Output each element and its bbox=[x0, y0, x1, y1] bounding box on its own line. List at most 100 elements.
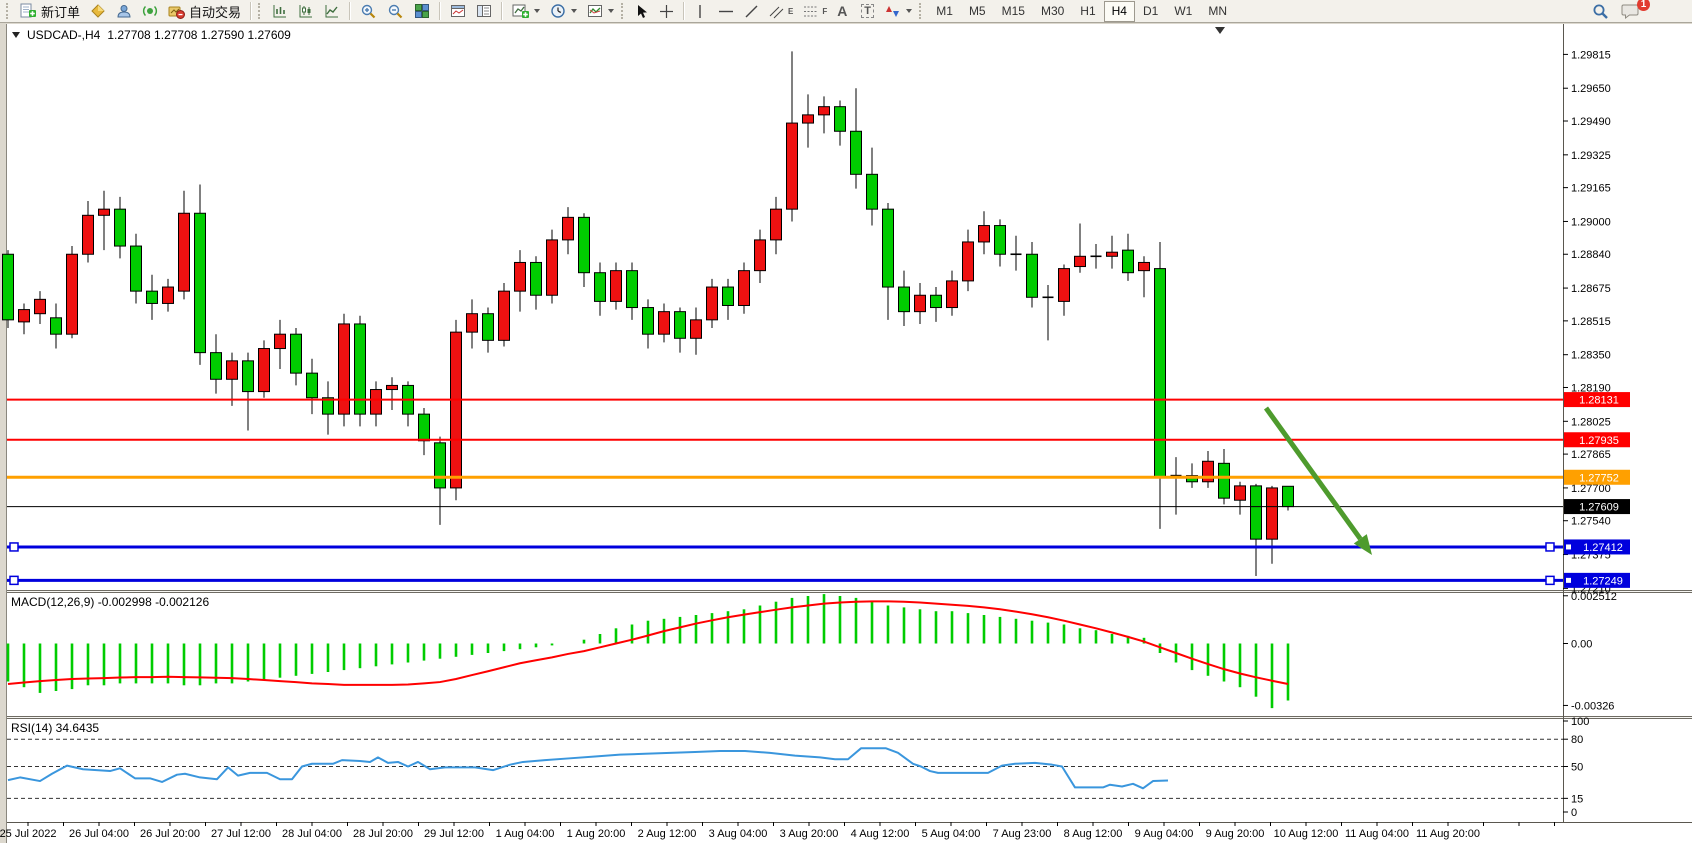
cursor-button[interactable] bbox=[630, 1, 654, 22]
chevron-down-icon bbox=[906, 9, 912, 13]
signals-button[interactable] bbox=[111, 1, 137, 22]
search-button[interactable] bbox=[1587, 1, 1614, 22]
chart-background[interactable] bbox=[7, 24, 1692, 843]
time-tick-label: 11 Aug 20:00 bbox=[1416, 828, 1480, 840]
price-tick-label: 1.28675 bbox=[1571, 283, 1611, 295]
crosshair-button[interactable] bbox=[654, 1, 679, 22]
rsi-tick-label: 15 bbox=[1571, 793, 1583, 805]
time-tick-label: 9 Aug 20:00 bbox=[1206, 828, 1265, 840]
zoom-out-button[interactable] bbox=[382, 1, 409, 22]
signals-icon bbox=[116, 3, 132, 19]
trading-platform-window: 新订单 bbox=[0, 0, 1692, 843]
periods-icon bbox=[550, 3, 566, 19]
toolbar-grip[interactable] bbox=[258, 3, 263, 19]
toolbar-separator bbox=[683, 2, 685, 20]
price-line-label: 1.27412 bbox=[1583, 542, 1623, 554]
price-tick-label: 1.28350 bbox=[1571, 350, 1611, 362]
time-tick-label: 5 Aug 04:00 bbox=[922, 828, 981, 840]
price-tick-label: 1.28025 bbox=[1571, 416, 1611, 428]
zoom-in-icon bbox=[360, 3, 377, 19]
price-tick-label: 1.29650 bbox=[1571, 83, 1611, 95]
macd-tick-label: -0.00326 bbox=[1571, 700, 1614, 712]
tile-windows-button[interactable] bbox=[409, 1, 435, 22]
time-tick-label: 1 Aug 20:00 bbox=[567, 828, 626, 840]
toolbar-separator bbox=[349, 2, 351, 20]
new-order-button[interactable]: 新订单 bbox=[15, 1, 85, 22]
price-tick-label: 1.28840 bbox=[1571, 249, 1611, 261]
line-handle[interactable] bbox=[1546, 543, 1554, 551]
timeframe-m15[interactable]: M15 bbox=[994, 1, 1033, 22]
line-chart-icon bbox=[324, 3, 340, 19]
new-order-label: 新订单 bbox=[41, 2, 80, 21]
tile-windows-icon bbox=[414, 3, 430, 19]
navigator-button[interactable] bbox=[471, 1, 497, 22]
vertical-line-icon bbox=[694, 4, 706, 19]
candlestick-chart-button[interactable] bbox=[293, 1, 319, 22]
timeframe-mn[interactable]: MN bbox=[1200, 1, 1235, 22]
price-tick-label: 1.29815 bbox=[1571, 49, 1611, 61]
time-tick-label: 2 Aug 12:00 bbox=[638, 828, 697, 840]
arrows-icon bbox=[885, 4, 901, 19]
zoom-in-button[interactable] bbox=[355, 1, 382, 22]
data-window-button[interactable] bbox=[445, 1, 471, 22]
fibonacci-button[interactable]: F bbox=[798, 1, 832, 22]
macd-tick-label: 0.00 bbox=[1571, 639, 1592, 651]
timeframe-m1[interactable]: M1 bbox=[928, 1, 961, 22]
notifications-button[interactable]: 1 bbox=[1616, 1, 1644, 22]
text-button[interactable]: A bbox=[832, 1, 856, 22]
time-tick-label: 4 Aug 12:00 bbox=[851, 828, 910, 840]
rsi-tick-label: 0 bbox=[1571, 807, 1577, 819]
timeframe-h4[interactable]: H4 bbox=[1104, 1, 1135, 22]
timeframe-d1[interactable]: D1 bbox=[1135, 1, 1166, 22]
time-tick-label: 10 Aug 12:00 bbox=[1274, 828, 1339, 840]
timeframe-m30[interactable]: M30 bbox=[1033, 1, 1072, 22]
chart-title-bar[interactable]: USDCAD-,H4 1.27708 1.27708 1.27590 1.276… bbox=[12, 28, 291, 42]
toolbar-grip[interactable] bbox=[6, 3, 11, 19]
chart-canvas[interactable]: 1.298151.296501.294901.293251.291651.290… bbox=[0, 0, 1692, 843]
auto-trading-label: 自动交易 bbox=[189, 2, 241, 21]
horizontal-line-button[interactable] bbox=[713, 1, 739, 22]
chart-menu-icon[interactable] bbox=[12, 32, 20, 38]
channel-button[interactable]: E bbox=[764, 1, 798, 22]
candle bbox=[67, 246, 78, 338]
line-handle[interactable] bbox=[1546, 576, 1554, 584]
time-tick-label: 8 Aug 12:00 bbox=[1064, 828, 1123, 840]
time-tick-label: 7 Aug 23:00 bbox=[993, 828, 1052, 840]
toolbar-grip[interactable] bbox=[621, 3, 626, 19]
price-tick-label: 1.27540 bbox=[1571, 516, 1611, 528]
community-button[interactable] bbox=[137, 1, 163, 22]
rsi-pane-splitter[interactable] bbox=[7, 717, 1692, 719]
trendline-button[interactable] bbox=[739, 1, 764, 22]
chevron-down-icon bbox=[534, 9, 540, 13]
notification-badge: 1 bbox=[1637, 0, 1650, 11]
line-handle[interactable] bbox=[10, 543, 18, 551]
time-tick-label: 26 Jul 20:00 bbox=[140, 828, 200, 840]
text-label-button[interactable]: T bbox=[856, 1, 880, 22]
time-tick-label: 9 Aug 04:00 bbox=[1135, 828, 1194, 840]
periods-button[interactable] bbox=[545, 1, 582, 22]
templates-icon bbox=[587, 3, 603, 19]
add-indicator-button[interactable] bbox=[507, 1, 545, 22]
macd-pane-splitter[interactable] bbox=[7, 591, 1692, 593]
toolbar-grip[interactable] bbox=[919, 3, 924, 19]
time-tick-label: 11 Aug 04:00 bbox=[1345, 828, 1409, 840]
arrows-button[interactable] bbox=[880, 1, 917, 22]
timeframe-h1[interactable]: H1 bbox=[1072, 1, 1103, 22]
market-watch-button[interactable] bbox=[85, 1, 111, 22]
text-icon: A bbox=[837, 3, 847, 19]
auto-trading-button[interactable]: 自动交易 bbox=[163, 1, 246, 22]
timeframe-m5[interactable]: M5 bbox=[961, 1, 994, 22]
price-tick-label: 1.29325 bbox=[1571, 150, 1611, 162]
fibonacci-letter: F bbox=[822, 7, 827, 16]
vertical-line-button[interactable] bbox=[689, 1, 713, 22]
chevron-down-icon bbox=[608, 9, 614, 13]
rsi-tick-label: 100 bbox=[1571, 716, 1589, 728]
toolbar-separator bbox=[250, 2, 252, 20]
chart-symbol-period: USDCAD-,H4 bbox=[27, 28, 100, 42]
line-chart-button[interactable] bbox=[319, 1, 345, 22]
line-handle[interactable] bbox=[10, 576, 18, 584]
timeframe-w1[interactable]: W1 bbox=[1166, 1, 1200, 22]
bar-chart-button[interactable] bbox=[267, 1, 293, 22]
rsi-tick-label: 50 bbox=[1571, 762, 1583, 774]
templates-button[interactable] bbox=[582, 1, 619, 22]
